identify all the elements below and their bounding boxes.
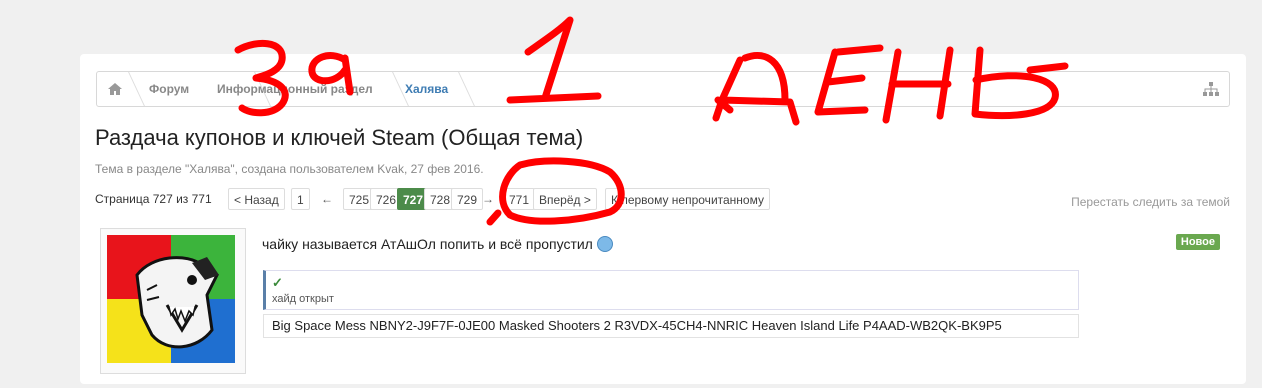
handwritten-annotation (234, 16, 1069, 226)
